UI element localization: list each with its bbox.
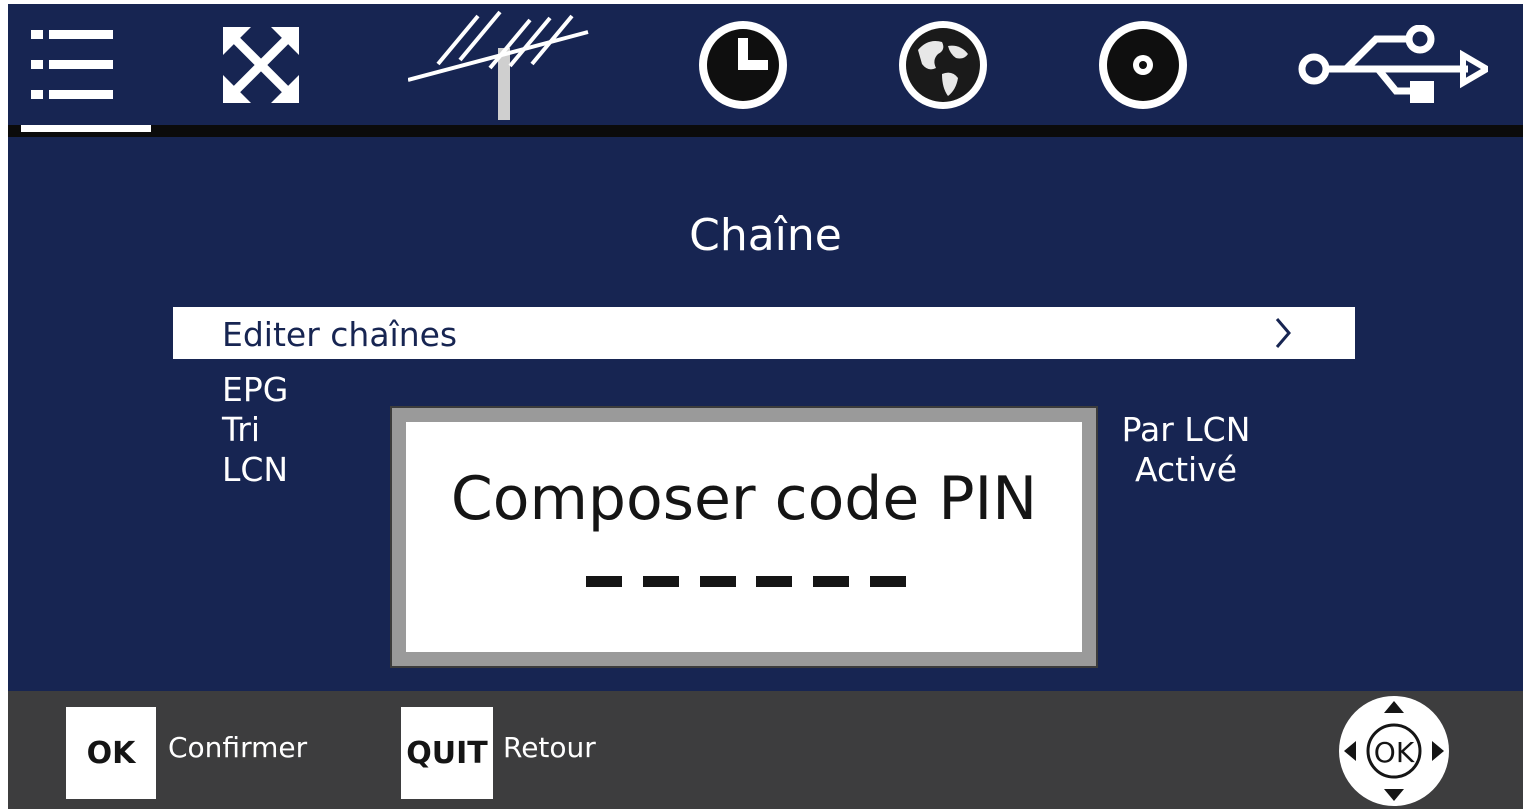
quit-key-label: Retour	[503, 731, 596, 764]
menu-item-epg[interactable]: EPG	[222, 370, 288, 410]
pin-digit-slot	[869, 576, 906, 587]
top-icon-bar	[8, 4, 1523, 125]
clock-icon[interactable]	[698, 4, 788, 125]
usb-icon[interactable]	[1298, 4, 1488, 125]
bottom-help-bar: OK Confirmer QUIT Retour OK	[8, 691, 1523, 809]
navigation-pad-icon[interactable]: OK	[1338, 695, 1450, 807]
menu-item-label: Editer chaînes	[222, 315, 458, 354]
pin-digit-slot	[756, 576, 793, 587]
pin-entry-field[interactable]	[586, 576, 906, 594]
pin-dialog-body: Composer code PIN	[406, 422, 1082, 652]
ok-key-label: Confirmer	[168, 731, 308, 764]
globe-icon[interactable]	[898, 4, 988, 125]
menu-value-tri: Par LCN	[1121, 410, 1251, 449]
pin-digit-slot	[813, 576, 850, 587]
list-menu-icon[interactable]	[28, 4, 118, 125]
menu-item-editer-chaines[interactable]: Editer chaînes	[173, 307, 1355, 359]
page-title: Chaîne	[689, 210, 842, 261]
gear-icon[interactable]	[1098, 4, 1188, 125]
selected-tab-indicator	[21, 125, 151, 132]
topbar-divider	[8, 125, 1523, 137]
tv-menu-screen: Chaîne Editer chaînes EPG Tri LCN Par LC…	[8, 4, 1523, 809]
antenna-icon[interactable]	[408, 4, 593, 125]
pin-digit-slot	[642, 576, 679, 587]
menu-item-lcn[interactable]: LCN	[222, 450, 288, 490]
chevron-right-icon	[1275, 318, 1291, 348]
menu-value-lcn: Activé	[1134, 450, 1238, 489]
pin-digit-slot	[586, 576, 622, 587]
menu-item-tri[interactable]: Tri	[222, 410, 260, 450]
pin-dialog-title: Composer code PIN	[450, 464, 1038, 534]
nav-pad-ok-label: OK	[1374, 736, 1415, 769]
expand-arrows-icon[interactable]	[218, 4, 303, 125]
pin-dialog: Composer code PIN	[390, 406, 1098, 668]
ok-key-button[interactable]: OK	[66, 707, 156, 799]
quit-key-button[interactable]: QUIT	[401, 707, 493, 799]
pin-digit-slot	[699, 576, 736, 587]
